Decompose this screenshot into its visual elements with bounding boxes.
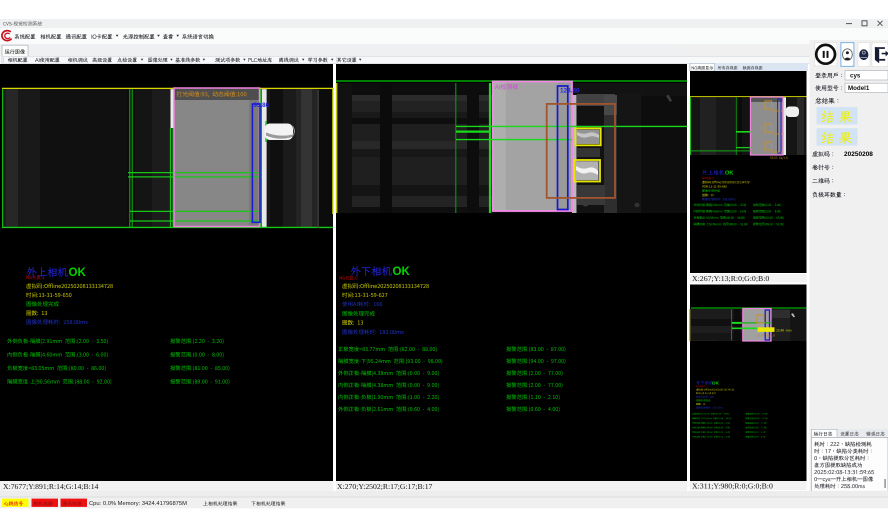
svg-text:OK: OK bbox=[393, 266, 411, 278]
svg-text:Cpu: 0.0% Memory: 3424.4179687: Cpu: 0.0% Memory: 3424.41796875M bbox=[89, 501, 187, 507]
svg-text:OK: OK bbox=[712, 380, 720, 385]
svg-text:Model1: Model1 bbox=[848, 85, 870, 92]
svg-text:X:270;Y:2502;R:17;G:17;B:17: X:270;Y:2502;R:17;G:17;B:17 bbox=[337, 482, 433, 491]
svg-text:OK: OK bbox=[69, 267, 87, 279]
svg-text:cys: cys bbox=[850, 73, 861, 80]
svg-text:OK: OK bbox=[725, 171, 733, 177]
svg-text:93.86: 93.86 bbox=[254, 102, 270, 109]
svg-text:X:267;Y:13;R:0;G:0;B:0: X:267;Y:13;R:0;G:0;B:0 bbox=[692, 274, 769, 283]
svg-text:X:7677;Y:891;R:14;G:14;B:14: X:7677;Y:891;R:14;G:14;B:14 bbox=[3, 482, 99, 491]
svg-text:20250208: 20250208 bbox=[844, 151, 873, 158]
svg-text:X:311;Y:980;R:0;G:0;B:0: X:311;Y:980;R:0;G:0;B:0 bbox=[692, 482, 773, 491]
svg-text:123.80: 123.80 bbox=[560, 88, 580, 95]
